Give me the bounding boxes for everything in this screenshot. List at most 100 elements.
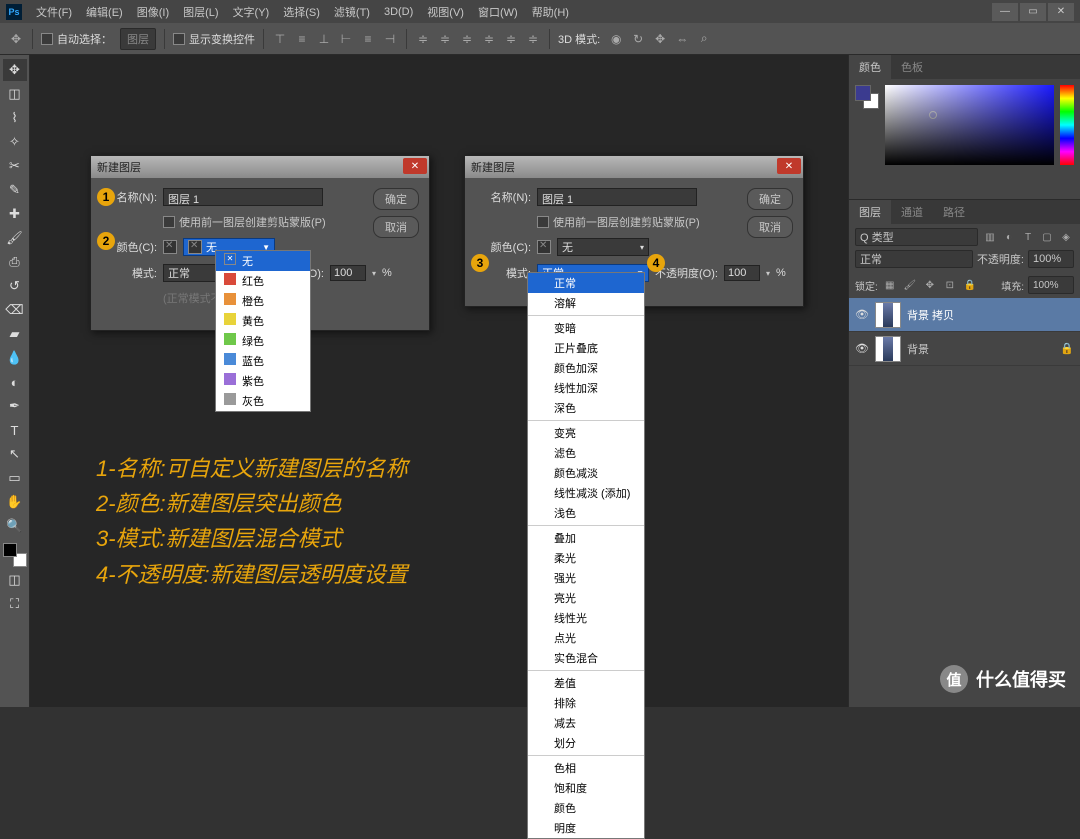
mode-option[interactable]: 叠加 <box>528 528 644 548</box>
hand-tool[interactable]: ✋ <box>3 491 27 513</box>
mode-option[interactable]: 线性减淡 (添加) <box>528 483 644 503</box>
opacity-spinner-icon[interactable]: ▾ <box>372 269 376 278</box>
dialog-titlebar[interactable]: 新建图层 ✕ <box>91 156 429 178</box>
window-close-icon[interactable]: ✕ <box>1048 3 1074 21</box>
menu-select[interactable]: 选择(S) <box>277 2 326 22</box>
mode-option[interactable]: 减去 <box>528 713 644 733</box>
mode-option[interactable]: 色相 <box>528 758 644 778</box>
brush-tool[interactable]: 🖌 <box>3 227 27 249</box>
mode-option[interactable]: 柔光 <box>528 548 644 568</box>
menu-filter[interactable]: 滤镜(T) <box>328 2 376 22</box>
mode-option[interactable]: 滤色 <box>528 443 644 463</box>
show-transform-check[interactable]: 显示变换控件 <box>173 31 255 47</box>
menu-view[interactable]: 视图(V) <box>421 2 470 22</box>
color-dropdown-list[interactable]: 无✕红色橙色黄色绿色蓝色紫色灰色 <box>215 250 311 412</box>
mode-option[interactable]: 颜色加深 <box>528 358 644 378</box>
lock-artboard-icon[interactable]: ⊡ <box>942 277 958 293</box>
window-minimize-icon[interactable]: — <box>992 3 1018 21</box>
mode-option[interactable]: 亮光 <box>528 588 644 608</box>
blur-tool[interactable]: 💧 <box>3 347 27 369</box>
color-option[interactable]: 无✕ <box>216 251 310 271</box>
filter-adjust-icon[interactable]: ◐ <box>1001 229 1017 245</box>
eyedropper-tool[interactable]: ✎ <box>3 179 27 201</box>
lock-position-icon[interactable]: ✥ <box>922 277 938 293</box>
checkbox-icon[interactable] <box>163 216 175 228</box>
align-bottom-icon[interactable]: ⊥ <box>316 31 332 47</box>
crop-tool[interactable]: ✂ <box>3 155 27 177</box>
menu-window[interactable]: 窗口(W) <box>472 2 524 22</box>
tab-layers[interactable]: 图层 <box>849 200 891 224</box>
orbit-icon[interactable]: ◉ <box>608 31 624 47</box>
foreground-swatch[interactable] <box>3 543 17 557</box>
color-dropdown[interactable]: 无 ▾ <box>557 238 649 256</box>
align-left-icon[interactable]: ⊢ <box>338 31 354 47</box>
tab-color[interactable]: 颜色 <box>849 55 891 79</box>
align-vcenter-icon[interactable]: ≡ <box>294 31 310 47</box>
menu-image[interactable]: 图像(I) <box>131 2 175 22</box>
lock-transparency-icon[interactable]: ▦ <box>882 277 898 293</box>
wand-tool[interactable]: ✧ <box>3 131 27 153</box>
color-option[interactable]: 灰色 <box>216 391 310 411</box>
color-option[interactable]: 橙色 <box>216 291 310 311</box>
visibility-icon[interactable]: 👁 <box>855 342 869 355</box>
filter-pixel-icon[interactable]: ▥ <box>982 229 998 245</box>
name-input[interactable]: 图层 1 <box>163 188 323 206</box>
blend-mode-dropdown[interactable]: 正常 <box>855 250 973 268</box>
quickmask-tool[interactable]: ◫ <box>3 569 27 591</box>
mode-option[interactable]: 溶解 <box>528 293 644 313</box>
color-field[interactable] <box>885 85 1054 165</box>
roll-icon[interactable]: ↻ <box>630 31 646 47</box>
mode-option[interactable]: 变暗 <box>528 318 644 338</box>
tab-channels[interactable]: 通道 <box>891 200 933 224</box>
opacity-input[interactable]: 100% <box>1028 250 1074 268</box>
mode-option[interactable]: 排除 <box>528 693 644 713</box>
path-tool[interactable]: ↖ <box>3 443 27 465</box>
eraser-tool[interactable]: ⌫ <box>3 299 27 321</box>
dialog-close-button[interactable]: ✕ <box>403 158 427 174</box>
heal-tool[interactable]: ✚ <box>3 203 27 225</box>
distribute-bottom-icon[interactable]: ≑ <box>459 31 475 47</box>
color-swatches[interactable] <box>3 543 27 567</box>
zoom3d-icon[interactable]: ⌕ <box>696 31 712 47</box>
menu-type[interactable]: 文字(Y) <box>227 2 276 22</box>
menu-layer[interactable]: 图层(L) <box>177 2 224 22</box>
lock-all-icon[interactable]: 🔒 <box>962 277 978 293</box>
pan-icon[interactable]: ✥ <box>652 31 668 47</box>
filter-type-icon[interactable]: T <box>1020 229 1036 245</box>
slide-icon[interactable]: ⇔ <box>674 31 690 47</box>
filter-smart-icon[interactable]: ◈ <box>1058 229 1074 245</box>
layer-thumbnail[interactable] <box>875 302 901 328</box>
menu-help[interactable]: 帮助(H) <box>526 2 575 22</box>
mode-dropdown-list[interactable]: 正常溶解变暗正片叠底颜色加深线性加深深色变亮滤色颜色减淡线性减淡 (添加)浅色叠… <box>527 272 645 839</box>
color-option[interactable]: 红色 <box>216 271 310 291</box>
mode-option[interactable]: 正常 <box>528 273 644 293</box>
name-input[interactable]: 图层 1 <box>537 188 697 206</box>
mode-option[interactable]: 差值 <box>528 673 644 693</box>
distribute-vcenter-icon[interactable]: ≑ <box>437 31 453 47</box>
mode-option[interactable]: 划分 <box>528 733 644 753</box>
mode-option[interactable]: 颜色减淡 <box>528 463 644 483</box>
dialog-close-button[interactable]: ✕ <box>777 158 801 174</box>
stamp-tool[interactable]: ⎙ <box>3 251 27 273</box>
align-hcenter-icon[interactable]: ≡ <box>360 31 376 47</box>
menu-edit[interactable]: 编辑(E) <box>80 2 129 22</box>
mode-option[interactable]: 明度 <box>528 818 644 838</box>
visibility-icon[interactable]: 👁 <box>855 308 869 321</box>
marquee-tool[interactable]: ◫ <box>3 83 27 105</box>
align-right-icon[interactable]: ⊣ <box>382 31 398 47</box>
mode-option[interactable]: 正片叠底 <box>528 338 644 358</box>
screenmode-tool[interactable]: ⛶ <box>3 593 27 615</box>
layer-group-dropdown[interactable]: 图层 <box>120 28 156 50</box>
layer-row[interactable]: 👁 背景 拷贝 <box>849 298 1080 332</box>
shape-tool[interactable]: ▭ <box>3 467 27 489</box>
color-option[interactable]: 蓝色 <box>216 351 310 371</box>
distribute-right-icon[interactable]: ≑ <box>525 31 541 47</box>
move-tool-icon[interactable]: ✥ <box>8 31 24 47</box>
mode-option[interactable]: 线性加深 <box>528 378 644 398</box>
ok-button[interactable]: 确定 <box>373 188 419 210</box>
cancel-button[interactable]: 取消 <box>373 216 419 238</box>
distribute-top-icon[interactable]: ≑ <box>415 31 431 47</box>
lock-pixels-icon[interactable]: 🖌 <box>902 277 918 293</box>
gradient-tool[interactable]: ▰ <box>3 323 27 345</box>
opacity-spinner-icon[interactable]: ▾ <box>766 269 770 278</box>
